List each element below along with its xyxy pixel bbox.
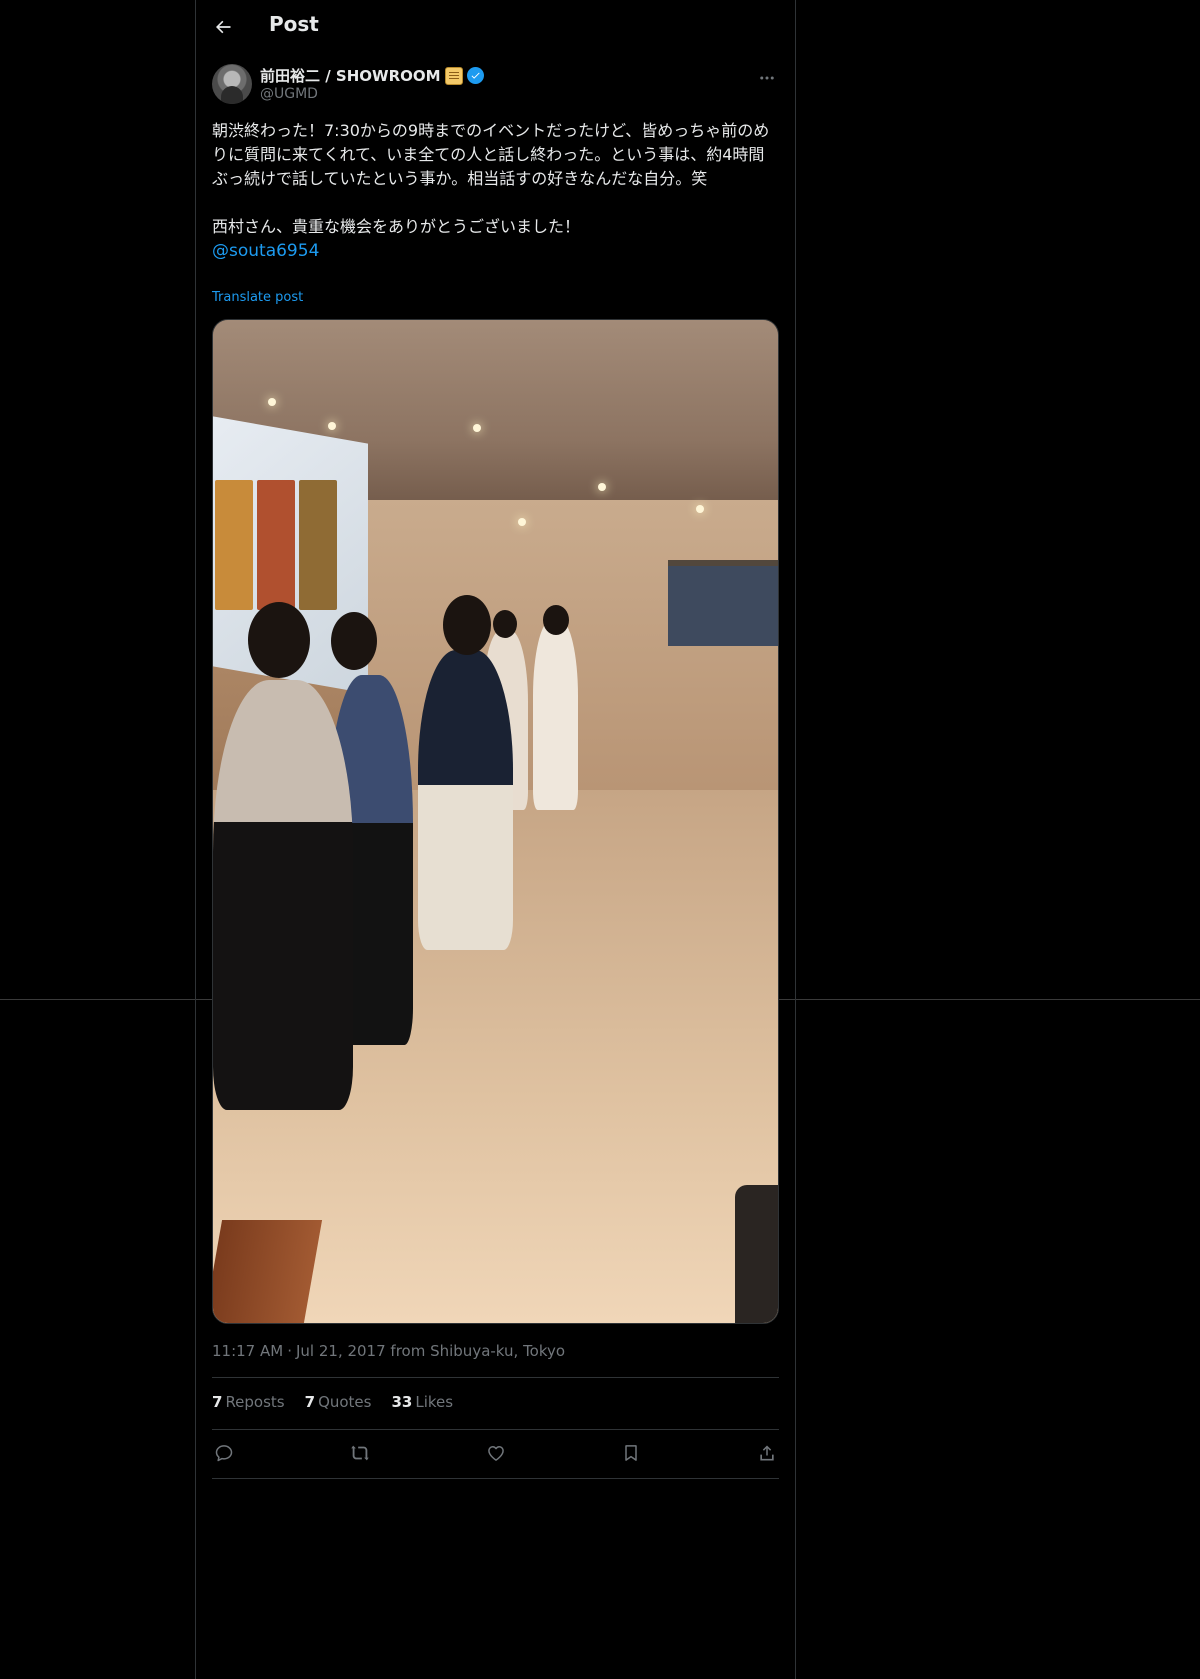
- page: Post 前田裕二 / SHOWROOM @UGMD 朝渋終わった！7:30から…: [0, 0, 1200, 1679]
- likes-stat[interactable]: 33 Likes: [391, 1393, 453, 1411]
- photo-coffee-cup: [735, 1185, 778, 1323]
- divider: [212, 1478, 779, 1479]
- photo-light: [268, 398, 276, 406]
- post-stats: 7 Reposts 7 Quotes 33 Likes: [212, 1393, 453, 1411]
- share-button[interactable]: [755, 1442, 779, 1464]
- photo-light: [696, 505, 704, 513]
- photo-poster: [257, 480, 295, 610]
- post-date-location: Jul 21, 2017 from Shibuya-ku, Tokyo: [295, 1342, 566, 1360]
- post-text: 朝渋終わった！7:30からの9時までのイベントだったけど、皆めっちゃ前のめりに質…: [212, 119, 772, 263]
- verified-badge-icon[interactable]: [466, 67, 484, 84]
- reposts-count: 7: [212, 1393, 223, 1411]
- scroll-emoji-icon: [444, 66, 463, 85]
- bookmark-icon: [625, 1445, 637, 1461]
- reply-icon: [215, 1445, 233, 1462]
- reply-button[interactable]: [212, 1442, 236, 1464]
- photo-person-head: [331, 612, 377, 670]
- reposts-stat[interactable]: 7 Reposts: [212, 1393, 285, 1411]
- heart-icon: [487, 1446, 504, 1461]
- repost-button[interactable]: [348, 1442, 372, 1464]
- author-handle[interactable]: @UGMD: [260, 86, 318, 102]
- author-name-row[interactable]: 前田裕二 / SHOWROOM: [260, 65, 484, 86]
- translate-post-link[interactable]: Translate post: [212, 290, 303, 305]
- likes-label: Likes: [415, 1393, 454, 1411]
- photo-light: [598, 483, 606, 491]
- arrow-left-icon: [216, 20, 231, 34]
- author-display-name[interactable]: 前田裕二 / SHOWROOM: [260, 65, 441, 86]
- repost-icon: [351, 1445, 369, 1461]
- photo-light: [328, 422, 336, 430]
- photo-person: [533, 620, 578, 810]
- photo-light: [473, 424, 481, 432]
- reposts-label: Reposts: [225, 1393, 285, 1411]
- photo-window: [668, 560, 778, 646]
- post-author: 前田裕二 / SHOWROOM @UGMD: [212, 64, 779, 106]
- post-timestamp: 11:17 AM · Jul 21, 2017 from Shibuya-ku, T…: [212, 1342, 565, 1360]
- photo-person: [418, 650, 513, 950]
- likes-count: 33: [391, 1393, 413, 1411]
- page-title: Post: [269, 12, 319, 36]
- quotes-stat[interactable]: 7 Quotes: [305, 1393, 372, 1411]
- photo-table-edge: [213, 1220, 323, 1323]
- post-actions: [212, 1442, 779, 1464]
- bookmark-button[interactable]: [619, 1442, 643, 1464]
- post-paragraph-1: 朝渋終わった！7:30からの9時までのイベントだったけど、皆めっちゃ前のめりに質…: [212, 121, 770, 188]
- photo-person-head: [248, 602, 310, 678]
- like-button[interactable]: [484, 1442, 508, 1464]
- avatar[interactable]: [212, 64, 252, 104]
- photo-poster: [299, 480, 337, 610]
- separator-dot: ·: [287, 1342, 292, 1360]
- post-paragraph-2: 西村さん、貴重な機会をありがとうございました！: [212, 217, 581, 236]
- quotes-label: Quotes: [318, 1393, 372, 1411]
- back-button[interactable]: [210, 14, 236, 40]
- post-column: Post 前田裕二 / SHOWROOM @UGMD 朝渋終わった！7:30から…: [195, 0, 796, 1679]
- quotes-count: 7: [304, 1393, 316, 1411]
- photo-person-head: [543, 605, 569, 635]
- photo-person-head: [443, 595, 491, 655]
- header-bar: Post: [196, 0, 795, 53]
- divider: [212, 1377, 779, 1378]
- mention-link[interactable]: @souta6954: [212, 239, 772, 263]
- post-time[interactable]: 11:17 AM: [212, 1342, 283, 1360]
- more-options-button[interactable]: [755, 66, 779, 90]
- photo-person-head: [493, 610, 517, 638]
- post-photo[interactable]: [212, 319, 779, 1324]
- divider: [212, 1429, 779, 1430]
- photo-person: [213, 680, 353, 1110]
- photo-light: [518, 518, 526, 526]
- share-icon: [760, 1445, 774, 1461]
- more-horizontal-icon: [760, 76, 774, 80]
- photo-poster: [215, 480, 253, 610]
